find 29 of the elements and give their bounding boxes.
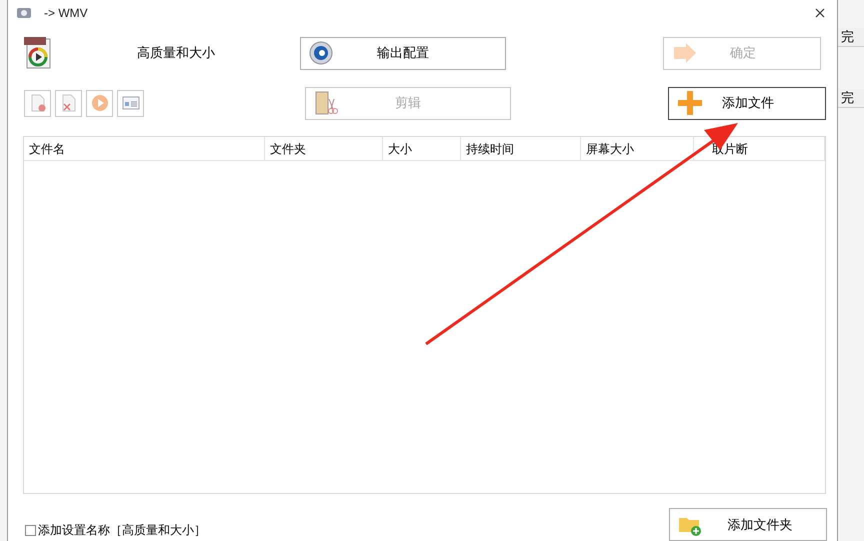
add-folder-button[interactable]: 添加文件夹 (669, 508, 827, 541)
status-label: 完 (838, 28, 864, 47)
column-header[interactable]: 大小 (383, 136, 461, 160)
action-button[interactable]: 输出配置 (300, 36, 506, 70)
toolbar-button[interactable] (86, 90, 113, 117)
toolbar-button[interactable] (55, 90, 82, 117)
column-header[interactable]: 文件夹 (265, 136, 383, 160)
window-icon (122, 94, 140, 112)
column-header[interactable]: 持续时间 (461, 136, 581, 160)
column-header[interactable]: 屏幕大小 (581, 136, 694, 160)
gear-icon (309, 41, 333, 66)
app-icon (16, 6, 32, 20)
video-file-icon (24, 37, 52, 70)
toolbar-button[interactable] (24, 90, 51, 117)
play-icon (90, 94, 108, 112)
preset-name: 高质量和大小 (136, 44, 216, 62)
checkbox-label: 添加设置名称［高质量和大小］ (38, 522, 206, 539)
doc-remove-icon (28, 94, 46, 112)
checkbox[interactable] (25, 524, 36, 536)
close-icon[interactable] (815, 8, 825, 18)
status-label: 完 (838, 89, 864, 108)
plus-icon (677, 90, 703, 116)
action-button[interactable]: 添加文件 (668, 86, 826, 120)
window-title: -> WMV (44, 4, 88, 22)
film-scissors-icon (314, 91, 338, 116)
column-header[interactable]: 文件名 (24, 136, 265, 160)
toolbar-button[interactable] (117, 90, 144, 117)
arrow-icon (672, 42, 698, 64)
doc-delete-icon (60, 94, 78, 112)
